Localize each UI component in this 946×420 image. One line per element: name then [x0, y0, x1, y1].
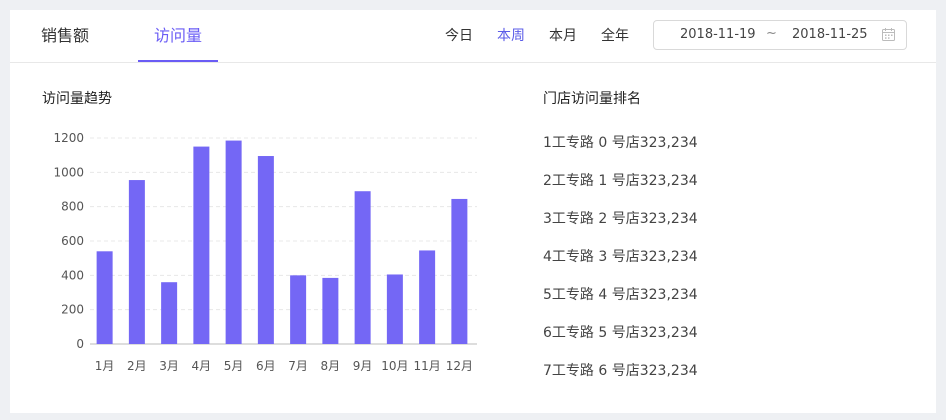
bar-1[interactable]	[96, 251, 113, 344]
calendar-icon	[882, 28, 895, 45]
x-tick-label: 9月	[353, 359, 373, 373]
date-range-picker[interactable]: 2018-11-19 ~ 2018-11-25	[653, 20, 907, 50]
x-tick-label: 6月	[256, 359, 276, 373]
ranking-title: 门店访问量排名	[543, 91, 641, 107]
rank-item: 2工专路 1 号店323,234	[543, 166, 698, 204]
date-range-end[interactable]: 2018-11-25	[792, 21, 868, 49]
card-header: 销售额 访问量 今日 本周 本月 全年 2018-11-19 ~ 2018-11…	[10, 10, 936, 63]
rank-number: 4	[543, 249, 552, 265]
period-year[interactable]: 全年	[601, 10, 629, 62]
store-visits: 323,234	[639, 325, 698, 341]
x-tick-label: 11月	[413, 359, 440, 373]
store-name: 工专路 5 号店	[551, 325, 640, 341]
store-visits: 323,234	[639, 287, 698, 303]
store-name: 工专路 0 号店	[551, 135, 640, 151]
store-name: 工专路 4 号店	[551, 287, 640, 303]
bar-10[interactable]	[386, 274, 403, 344]
bar-3[interactable]	[161, 282, 178, 344]
rank-item: 5工专路 4 号店323,234	[543, 280, 698, 318]
x-tick-label: 12月	[446, 359, 473, 373]
visits-bar-chart: 0 200 400 600 800 1000 1200 1月 2月 3月 4月 5月 6月 7月 8月 9月…	[53, 131, 477, 373]
rank-number: 1	[543, 135, 552, 151]
bar-12[interactable]	[451, 198, 468, 344]
y-tick-label: 0	[76, 337, 84, 351]
y-tick-label: 200	[61, 303, 84, 317]
date-range-start[interactable]: 2018-11-19	[680, 21, 756, 49]
store-name: 工专路 2 号店	[551, 211, 640, 227]
x-tick-label: 4月	[192, 359, 212, 373]
y-tick-label: 800	[61, 200, 84, 214]
x-tick-label: 3月	[159, 359, 179, 373]
period-today[interactable]: 今日	[445, 10, 473, 62]
rank-number: 6	[543, 325, 552, 341]
rank-item: 3工专路 2 号店323,234	[543, 204, 698, 242]
bar-8[interactable]	[322, 277, 339, 344]
rank-item: 1工专路 0 号店323,234	[543, 128, 698, 166]
bar-11[interactable]	[419, 250, 436, 344]
rank-item: 7工专路 6 号店323,234	[543, 356, 698, 394]
store-name: 工专路 6 号店	[551, 363, 640, 379]
y-tick-label: 600	[61, 234, 84, 248]
x-tick-label: 10月	[381, 359, 408, 373]
bar-6[interactable]	[257, 156, 274, 344]
bar-7[interactable]	[290, 275, 307, 344]
store-visits: 323,234	[639, 363, 698, 379]
store-name: 工专路 3 号店	[551, 249, 640, 265]
x-tick-label: 1月	[95, 359, 115, 373]
store-ranking-list: 1工专路 0 号店323,234 2工专路 1 号店323,234 3工专路 2…	[543, 128, 698, 394]
tab-sales[interactable]: 销售额	[32, 10, 98, 62]
y-tick-label: 400	[61, 268, 84, 282]
bar-2[interactable]	[128, 180, 145, 344]
x-tick-label: 2月	[127, 359, 147, 373]
bar-9[interactable]	[354, 191, 371, 344]
sales-card: 销售额 访问量 今日 本周 本月 全年 2018-11-19 ~ 2018-11…	[10, 10, 936, 413]
x-tick-label: 5月	[224, 359, 244, 373]
store-name: 工专路 1 号店	[551, 173, 640, 189]
bar-4[interactable]	[193, 146, 210, 344]
rank-number: 7	[543, 363, 552, 379]
rank-number: 3	[543, 211, 552, 227]
x-tick-label: 7月	[288, 359, 308, 373]
y-tick-label: 1200	[53, 131, 84, 145]
store-visits: 323,234	[639, 249, 698, 265]
store-visits: 323,234	[639, 211, 698, 227]
rank-item: 4工专路 3 号店323,234	[543, 242, 698, 280]
rank-item: 6工专路 5 号店323,234	[543, 318, 698, 356]
period-week[interactable]: 本周	[497, 10, 525, 62]
store-visits: 323,234	[639, 135, 698, 151]
period-month[interactable]: 本月	[549, 10, 577, 62]
store-visits: 323,234	[639, 173, 698, 189]
rank-number: 2	[543, 173, 552, 189]
date-range-separator: ~	[766, 26, 777, 41]
tab-visits[interactable]: 访问量	[138, 10, 218, 62]
y-tick-label: 1000	[53, 165, 84, 179]
bar-5[interactable]	[225, 140, 242, 344]
active-tab-indicator	[138, 60, 218, 62]
x-tick-label: 8月	[321, 359, 341, 373]
trend-title: 访问量趋势	[42, 91, 112, 107]
rank-number: 5	[543, 287, 552, 303]
